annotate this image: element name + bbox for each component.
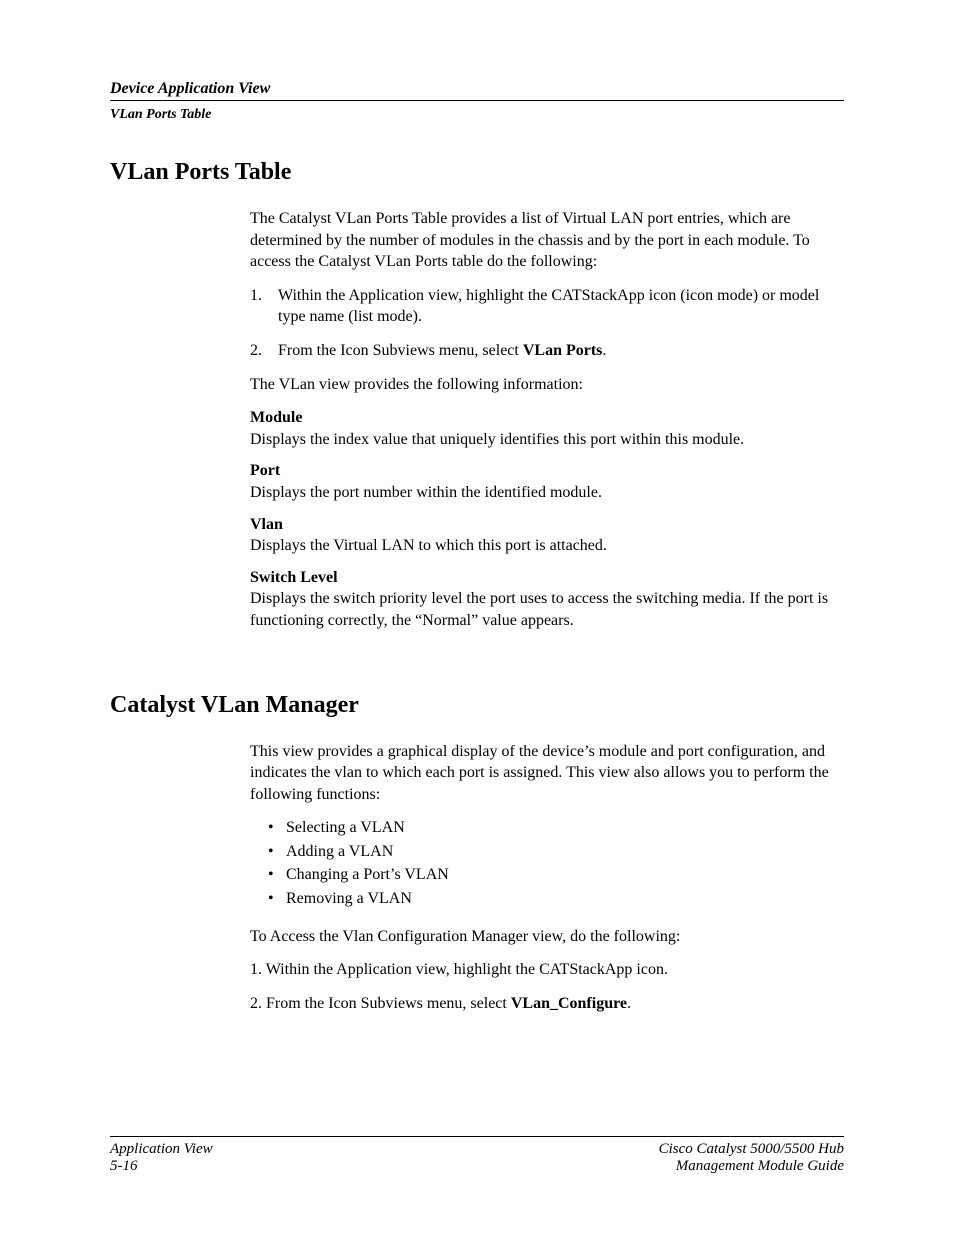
page-footer: Application View 5-16 Cisco Catalyst 500… [110,1136,844,1175]
step2-bold: VLan Ports [523,342,603,359]
list-item: • Removing a VLAN [268,888,844,910]
footer-right: Cisco Catalyst 5000/5500 Hub Management … [659,1141,844,1175]
step2-suffix: . [602,342,606,359]
step2-prefix: 2. From the Icon Subviews menu, select [250,995,511,1012]
footer-left-line1: Application View [110,1141,213,1158]
bullet-text: Selecting a VLAN [286,817,405,839]
field-switch-desc: Displays the switch priority level the p… [250,588,844,631]
bullet-list: • Selecting a VLAN • Adding a VLAN • Cha… [268,817,844,909]
section1-step2: 2. From the Icon Subviews menu, select V… [250,340,844,362]
section1-step1: 1. Within the Application view, highligh… [250,285,844,328]
section1-intro: The Catalyst VLan Ports Table provides a… [250,208,844,273]
running-header-title: Device Application View [110,80,844,98]
step-number: 2. [250,340,278,362]
bullet-text: Changing a Port’s VLAN [286,864,449,886]
footer-rule [110,1136,844,1137]
running-header-subtitle: VLan Ports Table [110,103,844,123]
field-vlan-desc: Displays the Virtual LAN to which this p… [250,535,844,557]
bullet-icon: • [268,817,286,839]
section2-content: This view provides a graphical display o… [250,741,844,1015]
section1-content: The Catalyst VLan Ports Table provides a… [250,208,844,632]
footer-left: Application View 5-16 [110,1141,213,1175]
bullet-icon: • [268,888,286,910]
field-vlan-label: Vlan [250,514,844,536]
step-text: From the Icon Subviews menu, select VLan… [278,340,844,362]
step-number: 1. [250,285,278,328]
section2-access: To Access the Vlan Configuration Manager… [250,926,844,948]
field-switch-label: Switch Level [250,567,844,589]
section-title-catalyst-vlan-manager: Catalyst VLan Manager [110,692,844,719]
footer-row: Application View 5-16 Cisco Catalyst 500… [110,1141,844,1175]
header-rule [110,100,844,101]
bullet-text: Adding a VLAN [286,841,393,863]
section-title-vlan-ports-table: VLan Ports Table [110,159,844,186]
section2-intro: This view provides a graphical display o… [250,741,844,806]
bullet-text: Removing a VLAN [286,888,412,910]
bullet-icon: • [268,841,286,863]
section1-following: The VLan view provides the following inf… [250,374,844,396]
step-text: Within the Application view, highlight t… [278,285,844,328]
bullet-icon: • [268,864,286,886]
footer-right-line1: Cisco Catalyst 5000/5500 Hub [659,1141,844,1158]
field-module-desc: Displays the index value that uniquely i… [250,429,844,451]
step2-suffix: . [627,995,631,1012]
step2-prefix: From the Icon Subviews menu, select [278,342,523,359]
footer-left-line2: 5-16 [110,1158,213,1175]
field-port-desc: Displays the port number within the iden… [250,482,844,504]
list-item: • Selecting a VLAN [268,817,844,839]
list-item: • Adding a VLAN [268,841,844,863]
section2-step1: 1. Within the Application view, highligh… [250,959,844,981]
list-item: • Changing a Port’s VLAN [268,864,844,886]
section2-step2: 2. From the Icon Subviews menu, select V… [250,993,844,1015]
field-port-label: Port [250,460,844,482]
footer-right-line2: Management Module Guide [659,1158,844,1175]
field-module-label: Module [250,407,844,429]
step2-bold: VLan_Configure [511,995,627,1012]
